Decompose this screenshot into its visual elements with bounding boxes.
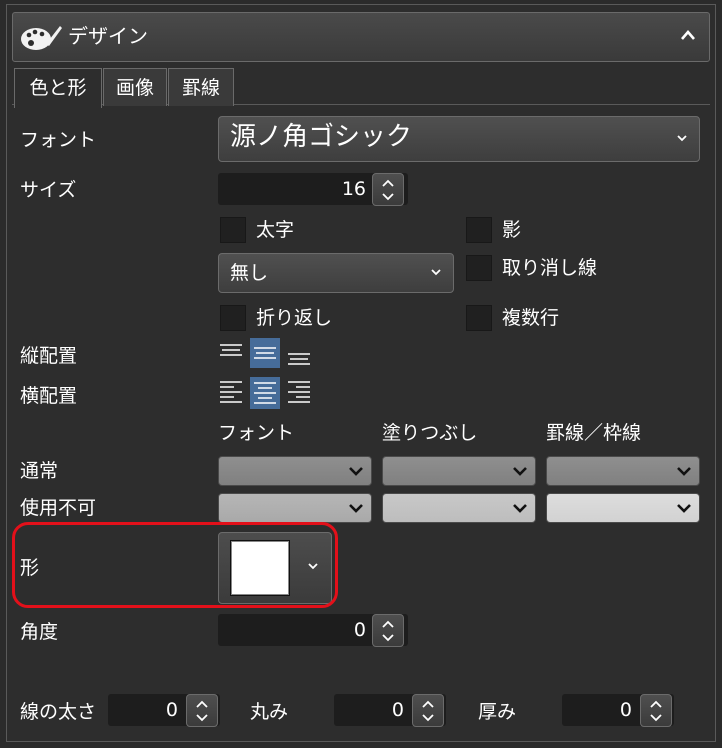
strikethrough-label: 取り消し線 xyxy=(502,257,598,279)
color-header-border: 罫線／枠線 xyxy=(546,422,642,444)
font-value: 源ノ角ゴシック xyxy=(230,122,413,152)
line-width-label: 線の太さ xyxy=(20,701,97,723)
color-header-font: フォント xyxy=(218,422,295,444)
multiline-label: 複数行 xyxy=(502,307,560,329)
panel-title: デザイン xyxy=(68,24,148,48)
align-bottom-icon[interactable] xyxy=(284,340,314,370)
wrap-label: 折り返し xyxy=(256,307,333,329)
shadow-label: 影 xyxy=(502,219,522,241)
disabled-row-label: 使用不可 xyxy=(20,497,97,519)
stepper-arrows-icon xyxy=(382,620,394,642)
size-label: サイズ xyxy=(20,179,77,201)
stepper-arrows-icon xyxy=(382,179,394,201)
thickness-label: 厚み xyxy=(478,701,517,723)
tab-border[interactable]: 罫線 xyxy=(168,68,234,106)
bold-label: 太字 xyxy=(256,219,295,241)
stepper-arrows-icon xyxy=(422,700,434,722)
palette-icon xyxy=(21,26,62,50)
shape-highlight-outline xyxy=(12,522,338,608)
line-width-value: 0 xyxy=(165,699,178,721)
chevron-down-icon xyxy=(349,467,363,476)
angle-label: 角度 xyxy=(20,621,59,643)
chevron-down-icon xyxy=(677,504,691,513)
font-label: フォント xyxy=(20,129,97,151)
chevron-down-icon xyxy=(513,504,527,513)
multiline-checkbox[interactable] xyxy=(466,305,492,331)
roundness-label: 丸み xyxy=(250,701,289,723)
align-center-icon xyxy=(254,382,276,404)
chevron-down-icon xyxy=(677,467,691,476)
stepper-arrows-icon xyxy=(196,700,208,722)
wrap-checkbox[interactable] xyxy=(220,305,246,331)
normal-row-label: 通常 xyxy=(20,460,59,482)
align-right-icon[interactable] xyxy=(284,377,314,407)
vertical-align-label: 縦配置 xyxy=(20,345,78,367)
chevron-up-icon[interactable] xyxy=(680,29,696,41)
align-top-icon[interactable] xyxy=(216,340,246,370)
angle-value: 0 xyxy=(353,619,366,641)
chevron-down-icon xyxy=(677,135,687,142)
align-left-icon[interactable] xyxy=(216,377,246,407)
chevron-down-icon xyxy=(349,504,363,513)
size-value: 16 xyxy=(341,178,366,200)
tab-image[interactable]: 画像 xyxy=(103,68,167,106)
chevron-down-icon xyxy=(513,467,527,476)
align-middle-icon xyxy=(254,347,276,359)
roundness-value: 0 xyxy=(391,699,404,721)
color-header-fill: 塗りつぶし xyxy=(382,422,478,444)
strikethrough-checkbox[interactable] xyxy=(466,255,492,281)
tab-color-shape[interactable]: 色と形 xyxy=(14,68,102,108)
shadow-checkbox[interactable] xyxy=(466,217,492,243)
bold-checkbox[interactable] xyxy=(220,217,246,243)
underline-value: 無し xyxy=(230,262,269,284)
thickness-value: 0 xyxy=(619,699,632,721)
chevron-down-icon xyxy=(431,269,441,276)
stepper-arrows-icon xyxy=(650,700,662,722)
horizontal-align-label: 横配置 xyxy=(20,385,78,407)
